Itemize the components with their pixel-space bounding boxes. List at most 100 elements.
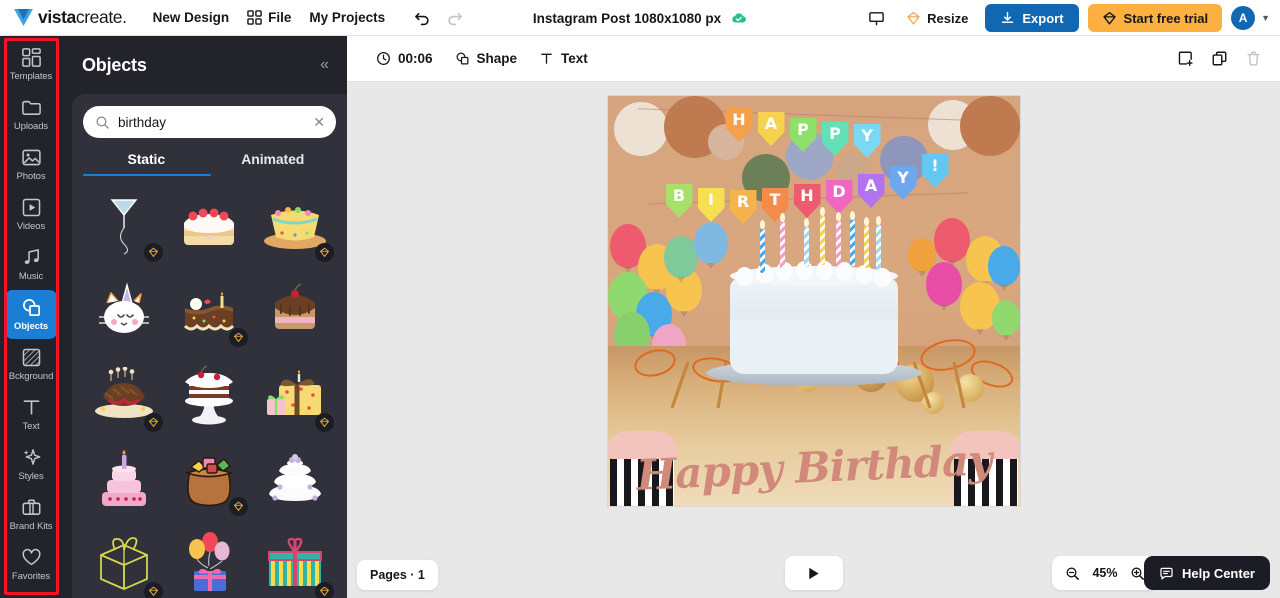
sidebar-item-background-label: Bckground bbox=[8, 371, 54, 382]
present-button[interactable] bbox=[863, 5, 889, 31]
object-thumb-balloons-gift[interactable] bbox=[169, 526, 251, 598]
white-wedding-cake-glyph bbox=[269, 454, 322, 502]
tab-animated[interactable]: Animated bbox=[210, 151, 337, 176]
play-button[interactable] bbox=[784, 556, 843, 590]
banner-flag-letter: H bbox=[800, 186, 814, 205]
sidebar-item-text[interactable]: Text bbox=[4, 390, 58, 439]
tab-static[interactable]: Static bbox=[83, 151, 210, 176]
text-button[interactable]: Text bbox=[530, 45, 597, 72]
add-page-button[interactable] bbox=[1172, 46, 1198, 72]
object-thumb-white-wedding-cake[interactable] bbox=[254, 441, 336, 517]
candle bbox=[849, 220, 855, 266]
banner-flag-letter: T bbox=[769, 190, 781, 209]
sidebar-item-styles-label: Styles bbox=[18, 471, 44, 482]
object-thumb-chocolate-log-cake[interactable] bbox=[169, 272, 251, 348]
panel-title: Objects bbox=[82, 54, 147, 75]
object-thumb-decorated-sheet-cake[interactable] bbox=[254, 187, 336, 263]
photos-icon bbox=[21, 149, 41, 166]
object-thumb-layer-cake-stand[interactable] bbox=[169, 357, 251, 433]
vistacreate-logo[interactable]: vistacreate. bbox=[14, 7, 127, 28]
sidebar-item-photos[interactable]: Photos bbox=[4, 140, 58, 189]
zoom-out-icon[interactable] bbox=[1065, 566, 1080, 581]
undo-button[interactable] bbox=[409, 5, 435, 31]
candle bbox=[875, 225, 881, 270]
play-icon bbox=[809, 567, 819, 579]
object-thumb-outline-gift-box[interactable] bbox=[83, 526, 165, 598]
zoom-in-icon[interactable] bbox=[1130, 566, 1145, 581]
pages-chip[interactable]: Pages · 1 bbox=[357, 560, 438, 590]
start-free-trial-button[interactable]: Start free trial bbox=[1087, 4, 1223, 32]
avatar[interactable]: A bbox=[1231, 6, 1256, 30]
undo-icon bbox=[414, 12, 429, 26]
resize-label: Resize bbox=[927, 10, 969, 26]
nav-my-projects[interactable]: My Projects bbox=[300, 4, 394, 31]
sidebar-item-favorites[interactable]: Favorites bbox=[4, 540, 58, 589]
layer-cake-stand-glyph bbox=[185, 365, 234, 425]
nav-new-design[interactable]: New Design bbox=[144, 4, 239, 31]
design-canvas[interactable]: H A P P Y B I R T H D A Y ! Happy Birthd… bbox=[607, 96, 1020, 506]
candle-flame bbox=[875, 216, 881, 225]
object-thumb-unicorn-cat-face[interactable] bbox=[83, 272, 165, 348]
export-button[interactable]: Export bbox=[985, 4, 1079, 32]
object-thumb-striped-gift-box[interactable] bbox=[254, 526, 336, 598]
candle-flame bbox=[803, 218, 809, 227]
export-label: Export bbox=[1022, 10, 1064, 26]
object-thumb-strawberry-cake[interactable] bbox=[169, 187, 251, 263]
shape-button[interactable]: Shape bbox=[446, 45, 527, 72]
videos-icon bbox=[22, 198, 40, 217]
cherry-chocolate-cake-glyph bbox=[275, 283, 316, 329]
chevron-double-left-icon[interactable]: « bbox=[320, 57, 329, 73]
candle-flame bbox=[759, 220, 765, 229]
sidebar-item-background[interactable]: Bckground bbox=[4, 340, 58, 389]
object-thumb-balloon-martini[interactable] bbox=[83, 187, 165, 263]
styles-icon bbox=[23, 449, 40, 465]
document-title-area[interactable]: Instagram Post 1080x1080 px bbox=[533, 0, 747, 36]
search-bar[interactable]: ✕ bbox=[83, 106, 336, 138]
balloon bbox=[987, 246, 1020, 286]
diamond-icon bbox=[148, 417, 158, 427]
duration-button[interactable]: 00:06 bbox=[367, 45, 442, 72]
resize-button[interactable]: Resize bbox=[898, 6, 976, 31]
nav-file[interactable]: File bbox=[238, 4, 300, 31]
cake-sprinkles bbox=[729, 320, 898, 374]
pro-badge bbox=[229, 327, 249, 347]
sidebar-item-brand-kits[interactable]: Brand Kits bbox=[4, 490, 58, 539]
search-input[interactable] bbox=[118, 114, 306, 130]
sidebar-item-styles[interactable]: Styles bbox=[4, 440, 58, 489]
sidebar-item-music[interactable]: Music bbox=[4, 240, 58, 289]
canvas-wrapper: H A P P Y B I R T H D A Y ! Happy Birthd… bbox=[347, 82, 1280, 598]
strawberry-cake-glyph bbox=[184, 208, 235, 245]
object-thumb-fancy-berry-cake[interactable] bbox=[83, 357, 165, 433]
delete-button[interactable] bbox=[1240, 46, 1266, 72]
chat-icon bbox=[1160, 567, 1173, 579]
add-page-icon bbox=[1178, 51, 1193, 67]
help-center-button[interactable]: Help Center bbox=[1144, 556, 1270, 590]
chevron-down-icon[interactable]: ▼ bbox=[1261, 13, 1270, 23]
sidebar-item-templates-label: Templates bbox=[9, 71, 53, 82]
sidebar-item-text-label: Text bbox=[22, 421, 40, 432]
duplicate-button[interactable] bbox=[1206, 46, 1232, 72]
object-thumb-yellow-gift-box[interactable] bbox=[254, 357, 336, 433]
sidebar-item-uploads-label: Uploads bbox=[13, 121, 49, 132]
redo-button[interactable] bbox=[441, 5, 467, 31]
nav-my-projects-label: My Projects bbox=[309, 10, 386, 25]
sidebar-item-videos[interactable]: Videos bbox=[4, 190, 58, 239]
duplicate-icon bbox=[1212, 51, 1226, 66]
frosting-swirl bbox=[735, 267, 753, 286]
sidebar-item-objects[interactable]: Objects bbox=[4, 290, 58, 339]
close-icon[interactable]: ✕ bbox=[313, 115, 325, 129]
download-icon bbox=[1002, 11, 1014, 23]
sidebar-item-uploads[interactable]: Uploads bbox=[4, 90, 58, 139]
candle bbox=[819, 216, 825, 265]
diamond-icon bbox=[1102, 11, 1116, 25]
brandkits-icon bbox=[22, 499, 40, 515]
sidebar-item-templates[interactable]: Templates bbox=[4, 40, 58, 89]
panel-header: Objects « bbox=[62, 36, 347, 94]
document-title[interactable]: Instagram Post 1080x1080 px bbox=[533, 11, 721, 26]
object-thumb-pink-tiered-cake[interactable] bbox=[83, 441, 165, 517]
object-thumb-candy-sack[interactable] bbox=[169, 441, 251, 517]
object-thumb-cherry-chocolate-cake[interactable] bbox=[254, 272, 336, 348]
candle-flame bbox=[819, 207, 825, 216]
editor-toolbar-right bbox=[1172, 46, 1266, 72]
favorites-icon bbox=[22, 548, 40, 566]
